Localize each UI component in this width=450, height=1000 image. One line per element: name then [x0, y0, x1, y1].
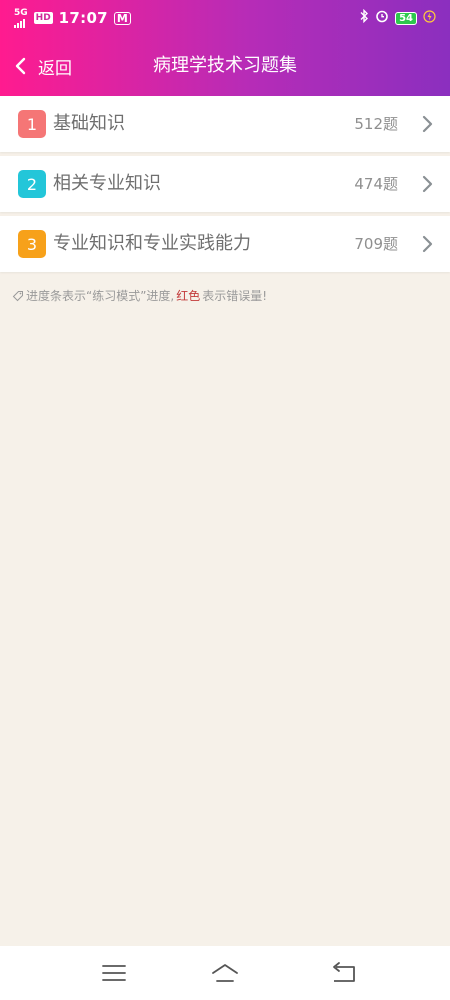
alarm-icon — [375, 9, 389, 27]
battery-icon: 54 — [395, 11, 417, 25]
hint-text-before: 进度条表示“练习模式”进度, — [26, 289, 175, 303]
hint-red-word: 红色 — [176, 289, 201, 303]
chapter-item-3[interactable]: 3 专业知识和专业实践能力 709题 — [0, 216, 450, 272]
nav-bar: 返回 病理学技术习题集 — [0, 36, 450, 96]
chevron-right-icon — [422, 175, 433, 193]
question-count: 709题 — [354, 235, 398, 253]
chapter-item-2[interactable]: 2 相关专业知识 474题 — [0, 156, 450, 212]
chapter-index-badge: 3 — [18, 230, 46, 258]
status-left: 5G HD 17:07 M — [14, 7, 131, 28]
chapter-title: 基础知识 — [53, 113, 125, 134]
back-label: 返回 — [38, 58, 72, 79]
chapter-index-badge: 1 — [18, 110, 46, 138]
menu-icon[interactable] — [100, 961, 128, 985]
chapter-index-badge: 2 — [18, 170, 46, 198]
hd-icon: HD — [33, 12, 53, 24]
back-button[interactable]: 返回 — [12, 49, 72, 83]
chapter-title: 专业知识和专业实践能力 — [53, 233, 251, 254]
question-count: 512题 — [354, 115, 398, 133]
signal-icon: 5G — [14, 7, 28, 28]
home-icon[interactable] — [211, 961, 239, 985]
app-notification-icon: M — [113, 11, 131, 25]
network-label: 5G — [14, 7, 28, 18]
chevron-left-icon — [15, 57, 26, 75]
chevron-right-icon — [422, 115, 433, 133]
back-nav-icon[interactable] — [330, 961, 358, 985]
header: 5G HD 17:07 M 54 返回 病理学技术习题集 — [0, 0, 450, 96]
tag-icon — [12, 290, 23, 301]
system-nav-bar — [0, 946, 450, 1000]
charging-icon — [423, 9, 436, 27]
hint-text-after: 表示错误量! — [202, 289, 268, 303]
bluetooth-icon — [359, 8, 369, 27]
chapter-title: 相关专业知识 — [53, 173, 161, 194]
progress-hint: 进度条表示“练习模式”进度, 红色 表示错误量! — [12, 287, 267, 304]
question-count: 474题 — [354, 175, 398, 193]
chapter-item-1[interactable]: 1 基础知识 512题 — [0, 96, 450, 152]
chevron-right-icon — [422, 235, 433, 253]
status-right: 54 — [359, 8, 436, 27]
status-time: 17:07 — [58, 9, 108, 27]
status-bar: 5G HD 17:07 M 54 — [0, 0, 450, 36]
